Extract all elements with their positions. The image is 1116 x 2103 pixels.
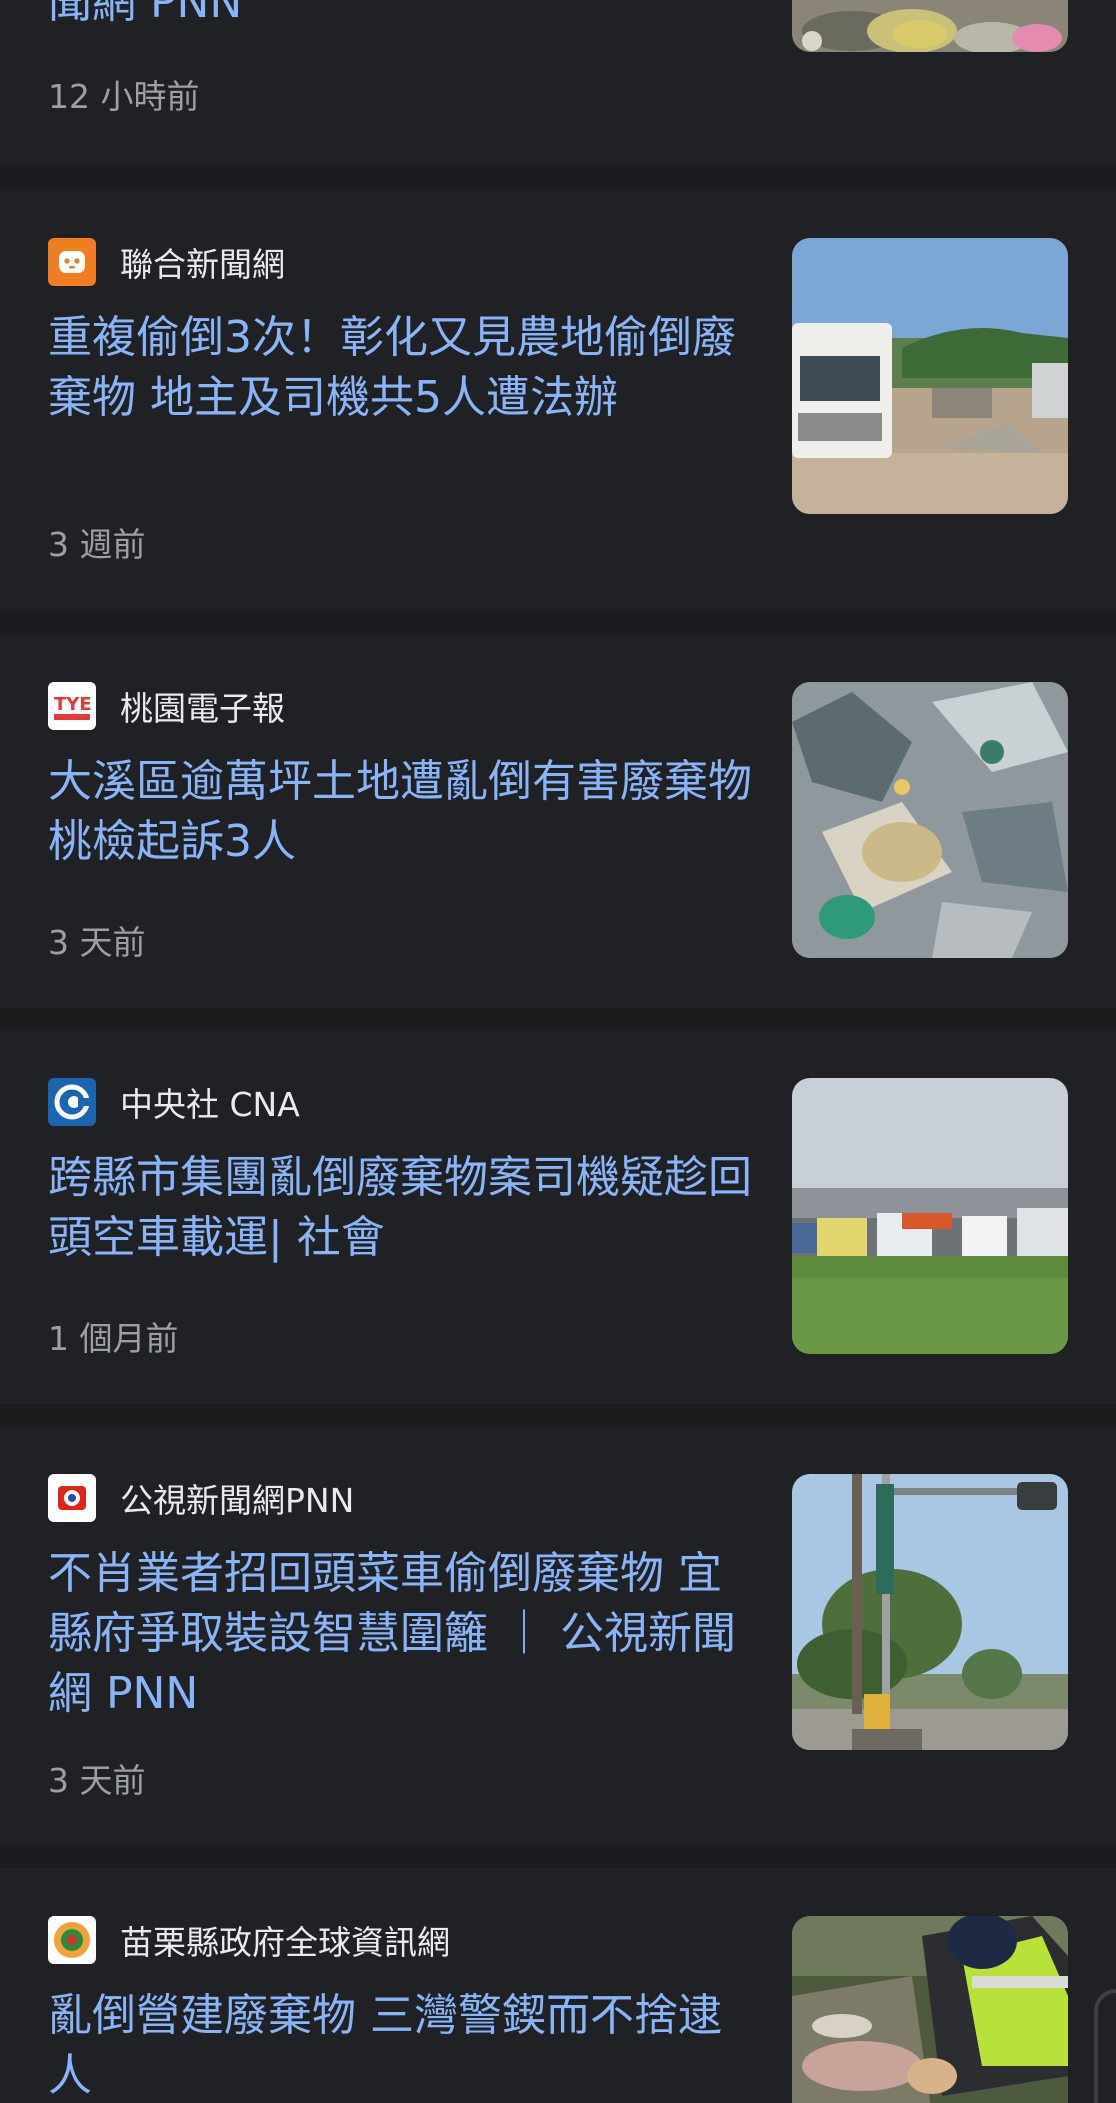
timestamp: 3 週前 [48,525,146,564]
article-thumbnail[interactable] [792,238,1068,514]
svg-text:TYE: TYE [54,694,92,715]
pts-icon [48,1474,96,1522]
timestamp: 3 天前 [48,923,146,962]
timestamp: 3 天前 [48,1761,146,1800]
article-thumbnail[interactable] [792,1474,1068,1750]
article-thumbnail[interactable] [792,682,1068,958]
udn-icon [48,238,96,286]
headline-link[interactable]: 跨縣市集團亂倒廢棄物案司機疑趁回頭空車載運| 社會 [48,1148,753,1268]
headline-link[interactable]: 不肖業者招回頭菜車偷倒廢棄物 宜縣府爭取裝設智慧圍籬 ｜ 公視新聞網 PNN [48,1544,753,1724]
news-card[interactable]: 苗栗縣政府全球資訊網 亂倒營建廢棄物 三灣警鍥而不捨逮人 [0,1868,1116,2103]
news-card[interactable]: 公視新聞網PNN 不肖業者招回頭菜車偷倒廢棄物 宜縣府爭取裝設智慧圍籬 ｜ 公視… [0,1426,1116,1846]
article-thumbnail[interactable] [792,0,1068,52]
headline-link[interactable]: 聞網 PNN [48,0,753,33]
headline-link[interactable]: 亂倒營建廢棄物 三灣警鍥而不捨逮人 [48,1986,753,2103]
source-name: 桃園電子報 [120,689,285,728]
timestamp: 12 小時前 [48,77,200,116]
source-name: 聯合新聞網 [120,245,285,284]
news-card[interactable]: 中央社 CNA 跨縣市集團亂倒廢棄物案司機疑趁回頭空車載運| 社會 1 個月前 [0,1030,1116,1404]
news-card[interactable]: 聞網 PNN 12 小時前 [0,0,1116,166]
timestamp: 1 個月前 [48,1319,179,1358]
source-name: 苗栗縣政府全球資訊網 [120,1923,450,1962]
headline-link[interactable]: 重複偷倒3次！彰化又見農地偷倒廢棄物 地主及司機共5人遭法辦 [48,308,753,428]
source-name: 公視新聞網PNN [120,1481,355,1520]
article-thumbnail[interactable] [792,1078,1068,1354]
miaoli-icon [48,1916,96,1964]
headline-link[interactable]: 大溪區逾萬坪土地遭亂倒有害廢棄物 桃檢起訴3人 [48,752,753,872]
news-card[interactable]: TYE 桃園電子報 大溪區逾萬坪土地遭亂倒有害廢棄物 桃檢起訴3人 3 天前 [0,634,1116,1008]
cna-icon [48,1078,96,1126]
source-name: 中央社 CNA [120,1085,300,1124]
news-card[interactable]: 聯合新聞網 重複偷倒3次！彰化又見農地偷倒廢棄物 地主及司機共5人遭法辦 3 週… [0,190,1116,610]
scroll-handle[interactable] [1094,1989,1116,2103]
news-feed: 聞網 PNN 12 小時前 聯合新聞網 重複偷倒3次！彰化又見農地偷倒廢棄物 地… [0,0,1116,2103]
article-thumbnail[interactable] [792,1916,1068,2103]
tye-icon: TYE [48,682,96,730]
